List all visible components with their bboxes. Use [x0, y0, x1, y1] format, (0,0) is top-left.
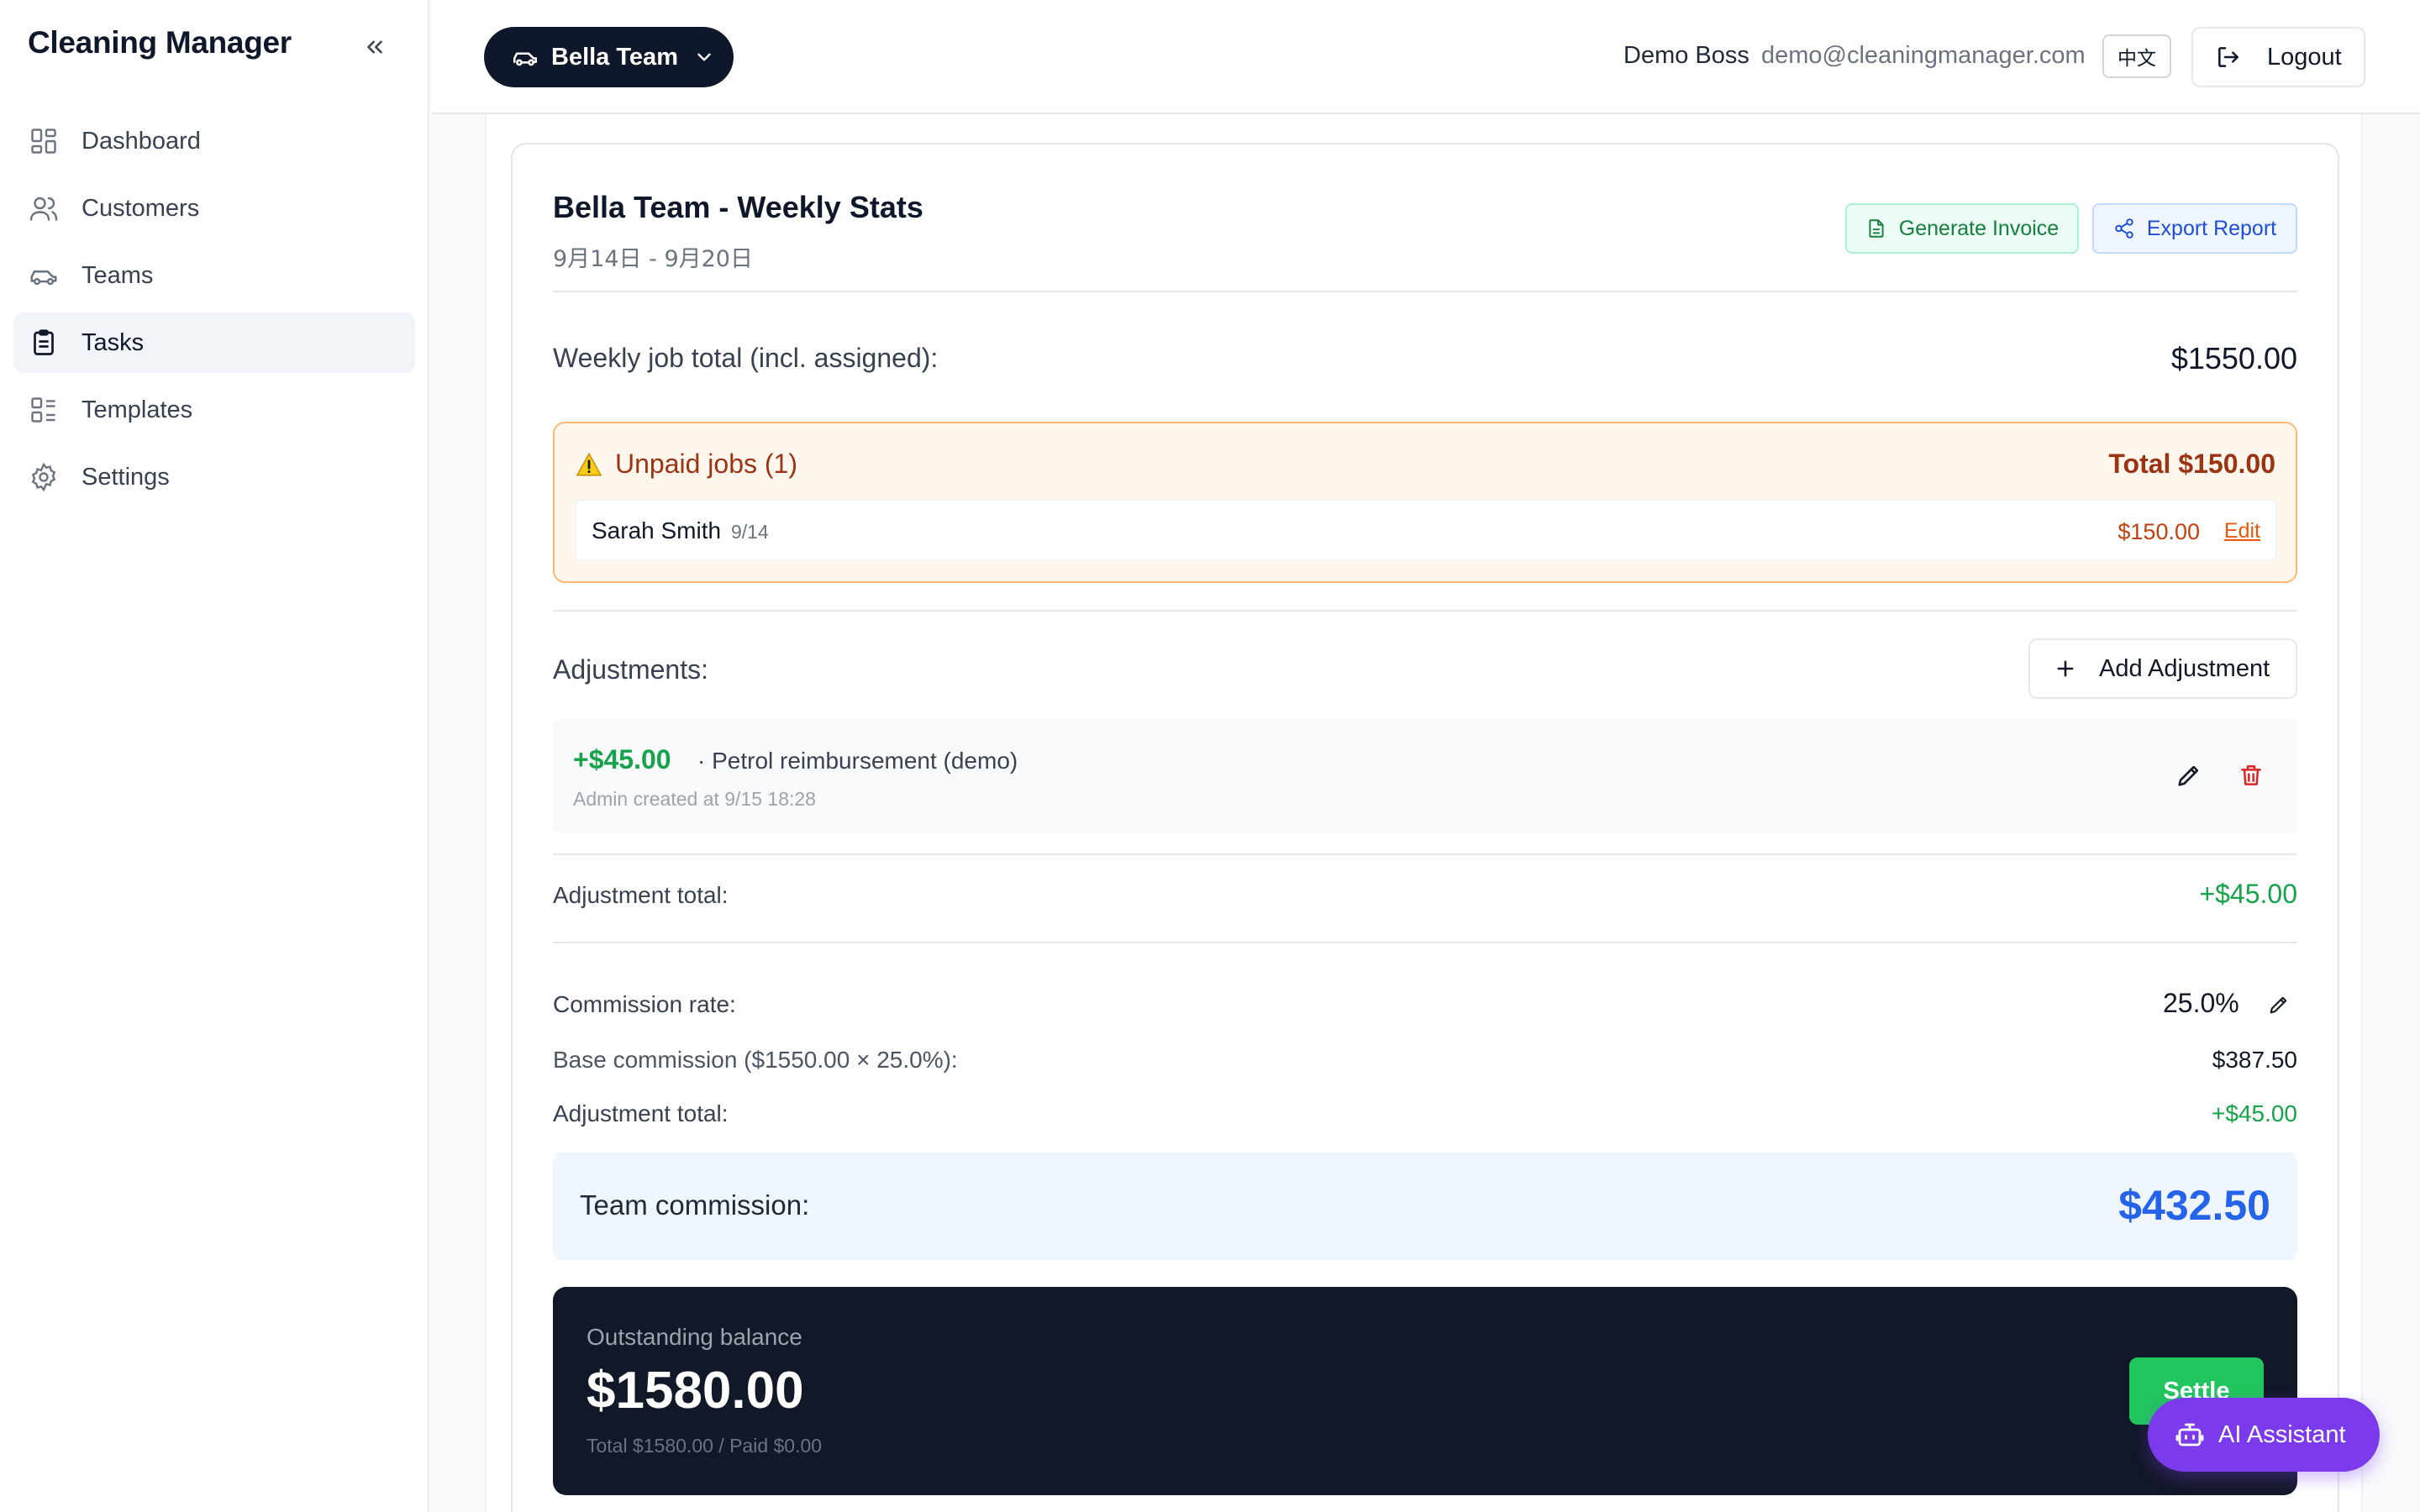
team-commission-label: Team commission: [580, 1189, 810, 1221]
top-header: Bella Team Demo Boss demo@cleaningmanage… [431, 0, 2420, 114]
team-commission-value: $432.50 [2118, 1182, 2270, 1229]
team-selector-label: Bella Team [551, 43, 678, 71]
generate-invoice-label: Generate Invoice [1898, 216, 2060, 240]
logout-label: Logout [2267, 43, 2342, 71]
commission-adjustment-value: +$45.00 [2212, 1100, 2297, 1126]
sidebar-item-dashboard[interactable]: Dashboard [13, 111, 415, 171]
warning-icon [575, 450, 603, 479]
users-icon [28, 192, 60, 224]
delete-adjustment-button[interactable] [2233, 758, 2269, 793]
add-adjustment-label: Add Adjustment [2099, 654, 2270, 682]
robot-icon [2175, 1420, 2205, 1450]
divider [553, 610, 2297, 612]
sidebar-item-label: Templates [82, 396, 193, 423]
app-brand: Cleaning Manager [28, 25, 292, 60]
unpaid-jobs-panel: Unpaid jobs (1) Total $150.00 Sarah Smit… [553, 422, 2297, 583]
sidebar-item-templates[interactable]: Templates [13, 380, 415, 440]
gear-icon [28, 461, 60, 493]
commission-rate-label: Commission rate: [553, 991, 736, 1017]
car-icon [511, 43, 539, 71]
adjustment-amount: +$45.00 [573, 744, 671, 774]
page-title: Bella Team - Weekly Stats [553, 190, 923, 224]
outstanding-label: Outstanding balance [587, 1324, 802, 1350]
dashboard-icon [28, 125, 60, 157]
team-commission-panel: Team commission: $432.50 [553, 1152, 2297, 1260]
plus-icon [2054, 657, 2077, 680]
sidebar-item-label: Dashboard [82, 127, 201, 155]
file-icon [1865, 218, 1887, 239]
outstanding-meta: Total $1580.00 / Paid $0.00 [587, 1435, 823, 1457]
generate-invoice-button[interactable]: Generate Invoice [1845, 203, 2079, 254]
sidebar-item-label: Teams [82, 261, 154, 289]
sidebar: Cleaning Manager Dashboard Customers Tea… [0, 0, 429, 1512]
base-commission-label: Base commission ($1550.00 × 25.0%): [553, 1047, 958, 1073]
job-date: 9/14 [731, 521, 769, 543]
logout-icon [2215, 44, 2242, 71]
adjustments-label: Adjustments: [553, 654, 708, 685]
team-selector[interactable]: Bella Team [484, 27, 734, 87]
car-icon [28, 260, 60, 291]
adjustment-total-value: +$45.00 [2199, 879, 2297, 909]
adjustment-item: +$45.00 · Petrol reimbursement (demo) Ad… [553, 719, 2297, 833]
customer-name: Sarah Smith [592, 517, 722, 543]
list-item: Sarah Smith 9/14 $150.00 Edit [575, 499, 2277, 561]
weekly-total-value: $1550.00 [2170, 341, 2297, 375]
language-toggle-button[interactable]: 中文 [2102, 34, 2171, 78]
sidebar-item-label: Tasks [82, 328, 145, 356]
sidebar-nav: Dashboard Customers Teams Tasks Template… [13, 111, 415, 514]
trash-icon [2241, 765, 2261, 785]
sidebar-item-customers[interactable]: Customers [13, 178, 415, 239]
sidebar-item-label: Customers [82, 194, 200, 222]
export-report-button[interactable]: Export Report [2092, 203, 2297, 254]
share-icon [2113, 218, 2135, 239]
adjustment-meta: Admin created at 9/15 18:28 [573, 788, 816, 810]
user-name: Demo Boss [1623, 42, 1749, 69]
divider [553, 942, 2297, 943]
ai-assistant-label: AI Assistant [2218, 1420, 2346, 1448]
job-amount: $150.00 [2118, 519, 2200, 544]
edit-link[interactable]: Edit [2224, 519, 2260, 543]
collapse-sidebar-button[interactable] [356, 30, 393, 64]
add-adjustment-button[interactable]: Add Adjustment [2028, 638, 2297, 699]
user-email: demo@cleaningmanager.com [1761, 42, 2086, 69]
outstanding-value: $1580.00 [587, 1362, 804, 1420]
sidebar-item-label: Settings [82, 463, 170, 491]
unpaid-jobs-total: Total $150.00 [2108, 449, 2275, 479]
clipboard-icon [28, 327, 60, 359]
divider [553, 853, 2297, 855]
edit-commission-rate-button[interactable] [2264, 990, 2294, 1020]
chevron-down-icon [693, 46, 715, 68]
date-range: 9月14日 - 9月20日 [553, 246, 753, 272]
unpaid-jobs-title: Unpaid jobs (1) [575, 449, 797, 480]
logout-button[interactable]: Logout [2191, 27, 2365, 87]
sidebar-item-tasks[interactable]: Tasks [13, 312, 415, 373]
chevrons-left-icon [367, 40, 382, 54]
ai-assistant-button[interactable]: AI Assistant [2148, 1398, 2380, 1472]
pencil-icon [2270, 996, 2287, 1014]
weekly-total-label: Weekly job total (incl. assigned): [553, 343, 939, 373]
outstanding-balance-panel: Outstanding balance $1580.00 Total $1580… [553, 1287, 2297, 1495]
commission-adjustment-label: Adjustment total: [553, 1100, 729, 1126]
pencil-icon [2178, 765, 2199, 786]
edit-adjustment-button[interactable] [2171, 758, 2207, 793]
sidebar-item-teams[interactable]: Teams [13, 245, 415, 306]
divider [553, 291, 2297, 292]
adjustment-description: · Petrol reimbursement (demo) [697, 748, 1018, 774]
sidebar-item-settings[interactable]: Settings [13, 447, 415, 507]
base-commission-value: $387.50 [2212, 1047, 2297, 1073]
export-report-label: Export Report [2146, 216, 2277, 240]
list-icon [28, 394, 60, 426]
adjustment-total-label: Adjustment total: [553, 882, 729, 908]
commission-rate-value: 25.0% [2163, 988, 2239, 1018]
unpaid-jobs-title-text: Unpaid jobs (1) [615, 449, 797, 479]
